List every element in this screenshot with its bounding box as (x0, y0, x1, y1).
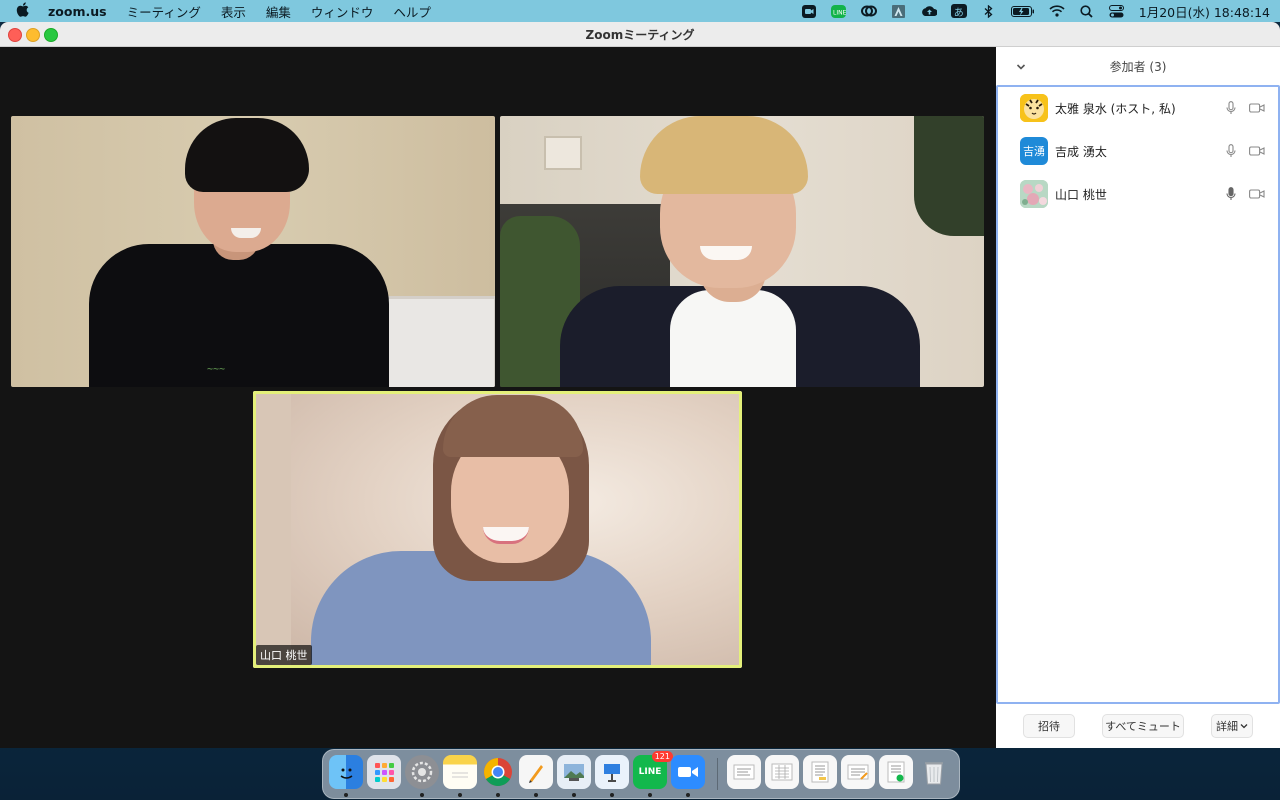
system-preferences-icon[interactable] (405, 755, 439, 797)
running-indicator (496, 793, 500, 797)
preview-icon[interactable] (557, 755, 591, 797)
floral-avatar-icon (1020, 180, 1048, 208)
participants-title: 参加者 (3) (1109, 60, 1167, 74)
video-camera-icon[interactable] (1248, 144, 1266, 158)
running-indicator (686, 793, 690, 797)
participants-panel: 参加者 (3) 太雅 泉水 (ホスト, 私) 吉湧 吉成 湧太 山口 桃世 招待… (996, 47, 1280, 748)
microphone-icon[interactable] (1224, 101, 1238, 115)
video-gallery: ~~~ 山口 桃世 (0, 47, 996, 748)
creative-cloud-icon[interactable] (860, 4, 877, 18)
person-hair (640, 116, 808, 194)
svg-text:LINE: LINE (833, 9, 846, 16)
adobe-icon[interactable] (891, 4, 907, 18)
line-icon[interactable]: LINE 121 (633, 751, 673, 797)
active-speaker-border (253, 391, 742, 668)
control-center-icon[interactable] (1109, 4, 1125, 18)
video-tile-active-speaker[interactable]: 山口 桃世 (253, 391, 742, 668)
keynote-icon[interactable] (595, 755, 629, 797)
participant-row[interactable]: 太雅 泉水 (ホスト, 私) (998, 87, 1278, 129)
participant-name: 山口 桃世 (1055, 187, 1107, 202)
document-1-icon[interactable] (727, 755, 761, 789)
person-mouth (700, 246, 752, 260)
notes-icon[interactable] (443, 755, 477, 797)
running-indicator (420, 793, 424, 797)
zoom-window: Zoomミーティング ~~~ 山口 桃世 参加者 (3) 太雅 泉水 (ホスト,… (0, 22, 1280, 748)
input-method-icon[interactable]: あ (950, 4, 967, 19)
apple-icon[interactable] (16, 1, 34, 21)
invite-button[interactable]: 招待 (1023, 714, 1075, 738)
more-options-button[interactable]: 詳細 (1211, 714, 1253, 738)
battery-icon[interactable] (1010, 4, 1035, 18)
running-indicator (458, 793, 462, 797)
participants-list: 太雅 泉水 (ホスト, 私) 吉湧 吉成 湧太 山口 桃世 (996, 85, 1280, 704)
participant-row[interactable]: 吉湧 吉成 湧太 (998, 130, 1278, 172)
video-tile-1[interactable]: ~~~ (11, 116, 495, 387)
document-4-icon[interactable] (841, 755, 875, 789)
notification-badge: 121 (651, 751, 673, 762)
running-indicator (534, 793, 538, 797)
menu-app-name[interactable]: zoom.us (48, 4, 107, 19)
participant-name: 吉成 湧太 (1055, 144, 1107, 159)
chevron-down-icon (1240, 722, 1248, 730)
trash-icon[interactable] (917, 755, 951, 789)
zoom-icon[interactable] (671, 755, 705, 797)
white-tshirt (670, 290, 796, 387)
participant-initials-avatar: 吉湧 (1020, 137, 1048, 165)
line-icon[interactable]: LINE (831, 4, 847, 18)
bluetooth-icon[interactable] (981, 4, 997, 18)
participants-header: 参加者 (3) (996, 47, 1280, 85)
menu-bar: zoom.us ミーティング 表示 編集 ウィンドウ ヘルプ LINE あ 1月… (0, 0, 1280, 22)
mute-all-button[interactable]: すべてミュート (1102, 714, 1184, 738)
participants-footer: 招待 すべてミュート 詳細 (996, 702, 1280, 748)
wifi-icon[interactable] (1049, 4, 1065, 18)
wall-outlet (544, 136, 582, 170)
person-hair (185, 118, 309, 192)
plant (914, 116, 984, 236)
video-camera-icon[interactable] (1248, 187, 1266, 201)
pages-icon[interactable] (519, 755, 553, 797)
running-indicator (648, 793, 652, 797)
title-bar: Zoomミーティング (0, 22, 1280, 47)
zoom-icon[interactable] (801, 4, 817, 18)
chrome-icon[interactable] (481, 755, 515, 797)
dock: LINE 121 (322, 749, 960, 799)
document-3-icon[interactable] (803, 755, 837, 789)
menu-window[interactable]: ウィンドウ (311, 2, 374, 21)
launchpad-icon[interactable] (367, 755, 401, 789)
document-5-icon[interactable] (879, 755, 913, 789)
participant-name: 太雅 泉水 (ホスト, 私) (1055, 101, 1176, 116)
menu-meeting[interactable]: ミーティング (127, 2, 201, 21)
dock-separator (717, 758, 718, 790)
running-indicator (572, 793, 576, 797)
microphone-active-icon[interactable] (1224, 187, 1238, 201)
window-title: Zoomミーティング (585, 28, 695, 42)
menu-edit[interactable]: 編集 (266, 2, 291, 21)
shirt-print: ~~~ (207, 364, 226, 375)
running-indicator (344, 793, 348, 797)
search-icon[interactable] (1079, 4, 1095, 18)
running-indicator (610, 793, 614, 797)
video-tile-2[interactable] (500, 116, 984, 387)
menu-help[interactable]: ヘルプ (393, 2, 431, 21)
speaker-name-tag: 山口 桃世 (256, 645, 312, 665)
cloud-upload-icon[interactable] (921, 4, 937, 18)
participant-row[interactable]: 山口 桃世 (998, 173, 1278, 215)
document-2-icon[interactable] (765, 755, 799, 789)
line-label: LINE (638, 767, 662, 777)
avatar-initials: 吉湧 (1023, 145, 1045, 158)
menubar-clock[interactable]: 1月20日(水) 18:48:14 (1139, 2, 1270, 21)
microphone-icon[interactable] (1224, 144, 1238, 158)
tiger-avatar-icon (1020, 94, 1048, 122)
video-camera-icon[interactable] (1248, 101, 1266, 115)
finder-icon[interactable] (329, 755, 363, 797)
chevron-down-icon[interactable] (1016, 47, 1026, 88)
menu-view[interactable]: 表示 (221, 2, 246, 21)
more-options-label: 詳細 (1216, 720, 1238, 733)
